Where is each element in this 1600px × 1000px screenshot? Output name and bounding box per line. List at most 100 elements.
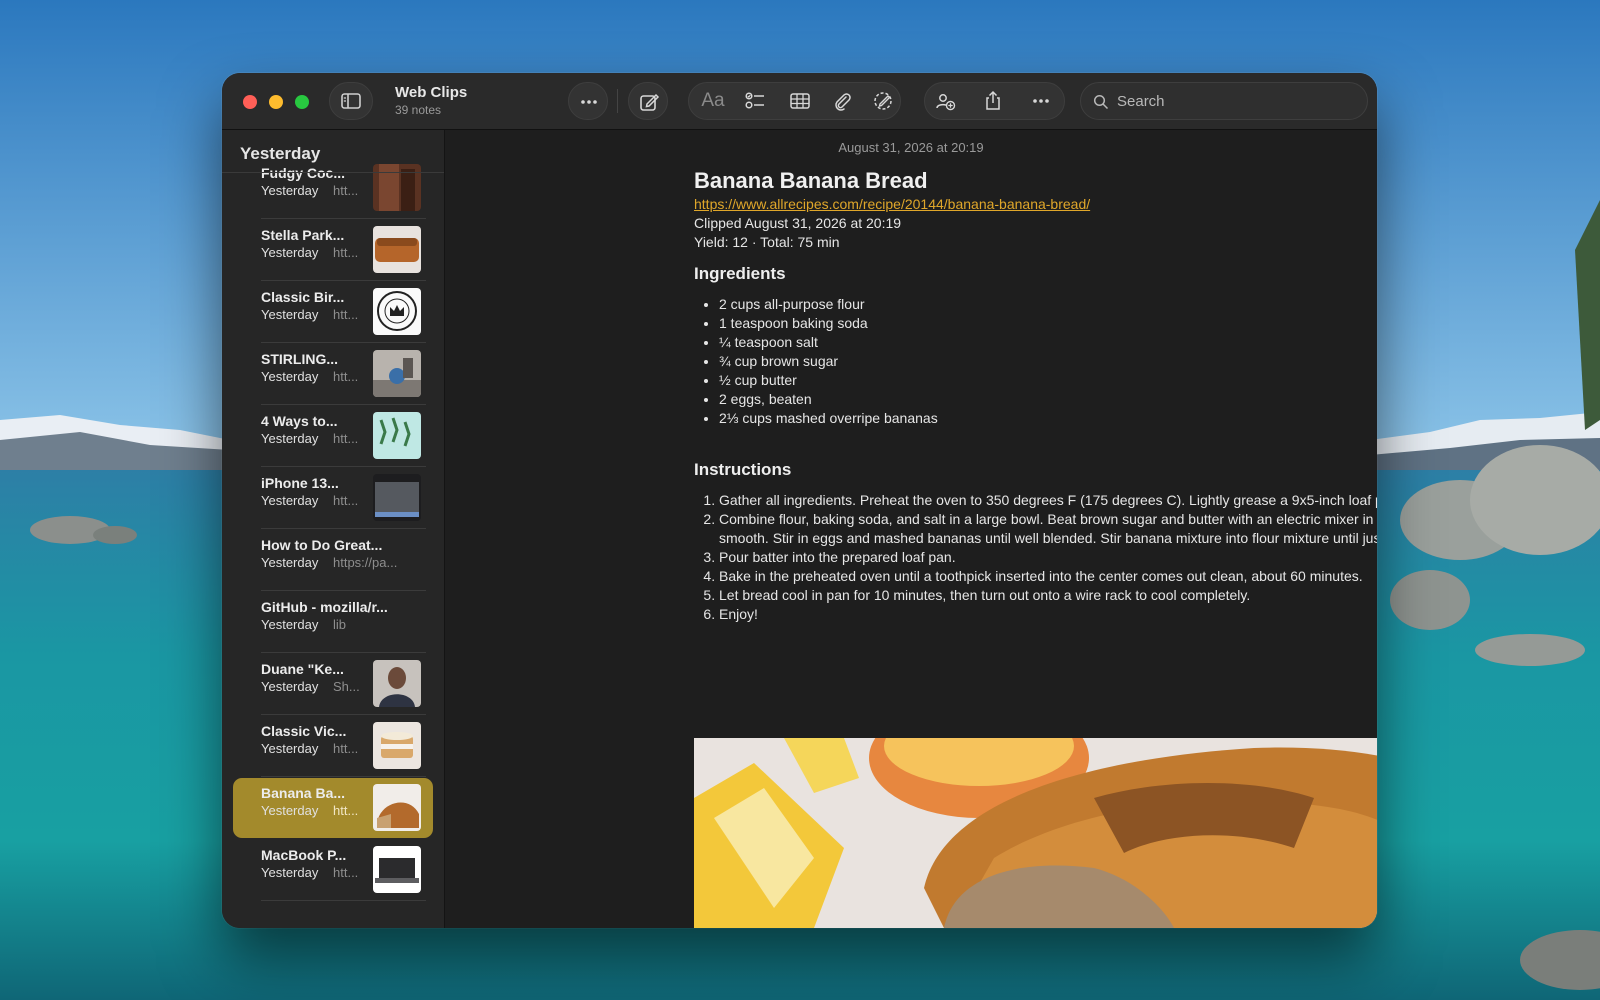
note-title: Banana Banana Bread	[694, 168, 928, 193]
share-button[interactable]	[974, 82, 1012, 120]
format-text-button[interactable]: Aa	[694, 82, 732, 120]
instruction-step: Enjoy!	[719, 605, 1377, 624]
note-item-preview: htt...	[333, 183, 359, 198]
instructions-heading: Instructions	[694, 460, 792, 479]
toggle-sidebar-button[interactable]	[329, 82, 373, 120]
instructions-list: Gather all ingredients. Preheat the oven…	[694, 491, 1377, 624]
note-list-item[interactable]: Classic Vic... Yesterday htt...	[222, 715, 444, 777]
note-list-item[interactable]: 4 Ways to... Yesterday htt...	[222, 405, 444, 467]
note-item-title: 4 Ways to...	[261, 413, 338, 429]
ingredient-item: 2 cups all-purpose flour	[719, 295, 938, 314]
note-list-item[interactable]: Duane "Ke... Yesterday Sh...	[222, 653, 444, 715]
checklist-button[interactable]	[736, 82, 774, 120]
markup-button[interactable]	[864, 82, 902, 120]
note-item-title: iPhone 13...	[261, 475, 339, 491]
note-thumbnail	[373, 722, 421, 769]
note-count: 39 notes	[395, 103, 442, 117]
note-item-title: GitHub - mozilla/r...	[261, 599, 388, 615]
ingredient-item: ¼ teaspoon salt	[719, 333, 938, 352]
note-item-title: Classic Vic...	[261, 723, 347, 739]
source-link[interactable]: https://www.allrecipes.com/recipe/20144/…	[694, 196, 1090, 212]
folder-title: Web Clips	[395, 84, 468, 101]
note-item-preview: Sh...	[333, 679, 360, 694]
note-item-date: Yesterday	[261, 555, 319, 570]
section-divider	[222, 172, 444, 173]
note-list-item[interactable]: Stella Park... Yesterday htt...	[222, 219, 444, 281]
ingredient-item: ¾ cup brown sugar	[719, 352, 938, 371]
note-item-title: Fudgy Coc...	[261, 165, 345, 181]
search-icon	[1093, 94, 1109, 110]
note-list-item[interactable]: Banana Ba... Yesterday htt...	[222, 777, 444, 839]
collaborate-button[interactable]	[926, 82, 964, 120]
note-thumbnail	[373, 226, 421, 273]
note-item-title: Duane "Ke...	[261, 661, 344, 677]
table-button[interactable]	[781, 82, 819, 120]
close-window-button[interactable]	[243, 95, 257, 109]
note-list-item[interactable]: How to Do Great... Yesterday https://pa...	[222, 529, 444, 591]
toolbar: Web Clips 39 notes Aa Search	[222, 73, 1377, 130]
attachment-button[interactable]	[823, 82, 861, 120]
note-thumbnail	[373, 660, 421, 707]
note-editor[interactable]: August 31, 2026 at 20:19 Banana Banana B…	[445, 130, 1377, 928]
sidebar-icon	[341, 93, 361, 109]
instruction-step: Bake in the preheated oven until a tooth…	[719, 567, 1377, 586]
text-format-icon: Aa	[701, 90, 725, 111]
note-list: Fudgy Coc... Yesterday htt... Stella Park..…	[222, 157, 444, 901]
table-icon	[790, 93, 810, 109]
note-item-preview: htt...	[333, 803, 359, 818]
note-item-date: Yesterday	[261, 431, 319, 446]
instruction-step: Combine flour, baking soda, and salt in …	[719, 510, 1377, 548]
note-item-preview: htt...	[333, 307, 359, 322]
note-item-title: How to Do Great...	[261, 537, 383, 553]
note-thumbnail	[373, 846, 421, 893]
notes-window: Web Clips 39 notes Aa Search Yesterday F…	[222, 73, 1377, 928]
note-item-date: Yesterday	[261, 183, 319, 198]
toolbar-divider	[617, 89, 618, 113]
instruction-step: Pour batter into the prepared loaf pan.	[719, 548, 1377, 567]
note-item-date: Yesterday	[261, 369, 319, 384]
share-icon	[986, 90, 1000, 110]
note-item-preview: htt...	[333, 741, 359, 756]
note-list-item[interactable]: Classic Bir... Yesterday htt...	[222, 281, 444, 343]
ellipsis-icon	[1033, 99, 1049, 103]
note-item-title: Banana Ba...	[261, 785, 346, 801]
note-item-title: STIRLING...	[261, 351, 338, 367]
ingredient-item: 2⅓ cups mashed overripe bananas	[719, 409, 938, 428]
note-item-preview: https://pa...	[333, 555, 398, 570]
note-item-title: MacBook P...	[261, 847, 347, 863]
note-item-preview: htt...	[333, 431, 359, 446]
notes-sidebar: Yesterday Fudgy Coc... Yesterday htt... Ste…	[222, 130, 445, 928]
note-item-date: Yesterday	[261, 741, 319, 756]
item-separator	[261, 900, 426, 901]
note-item-date: Yesterday	[261, 865, 319, 880]
note-item-date: Yesterday	[261, 679, 319, 694]
more-button[interactable]	[1022, 82, 1060, 120]
note-list-item[interactable]: MacBook P... Yesterday htt...	[222, 839, 444, 901]
yield-info: Yield: 12 · Total: 75 min	[694, 234, 840, 250]
note-item-title: Stella Park...	[261, 227, 345, 243]
note-item-preview: htt...	[333, 245, 359, 260]
search-field[interactable]: Search	[1080, 82, 1368, 120]
note-list-item[interactable]: STIRLING... Yesterday htt...	[222, 343, 444, 405]
ingredient-item: 2 eggs, beaten	[719, 390, 938, 409]
note-list-item[interactable]: iPhone 13... Yesterday htt...	[222, 467, 444, 529]
note-item-preview: htt...	[333, 865, 359, 880]
note-list-item[interactable]: Fudgy Coc... Yesterday htt...	[222, 157, 444, 219]
zoom-window-button[interactable]	[295, 95, 309, 109]
note-list-item[interactable]: GitHub - mozilla/r... Yesterday lib	[222, 591, 444, 653]
minimize-window-button[interactable]	[269, 95, 283, 109]
note-thumbnail	[373, 412, 421, 459]
clipped-date: Clipped August 31, 2026 at 20:19	[694, 215, 902, 231]
ingredient-item: ½ cup butter	[719, 371, 938, 390]
view-options-button[interactable]	[568, 82, 608, 120]
ingredients-list: 2 cups all-purpose flour1 teaspoon bakin…	[694, 295, 938, 428]
new-note-button[interactable]	[628, 82, 668, 120]
ingredients-heading: Ingredients	[694, 264, 786, 283]
ingredient-item: 1 teaspoon baking soda	[719, 314, 938, 333]
compose-icon	[640, 93, 660, 111]
instruction-step: Gather all ingredients. Preheat the oven…	[719, 491, 1377, 510]
note-item-preview: lib	[333, 617, 347, 632]
markup-pen-icon	[874, 92, 892, 110]
paperclip-icon	[835, 93, 851, 111]
note-thumbnail	[373, 784, 421, 831]
